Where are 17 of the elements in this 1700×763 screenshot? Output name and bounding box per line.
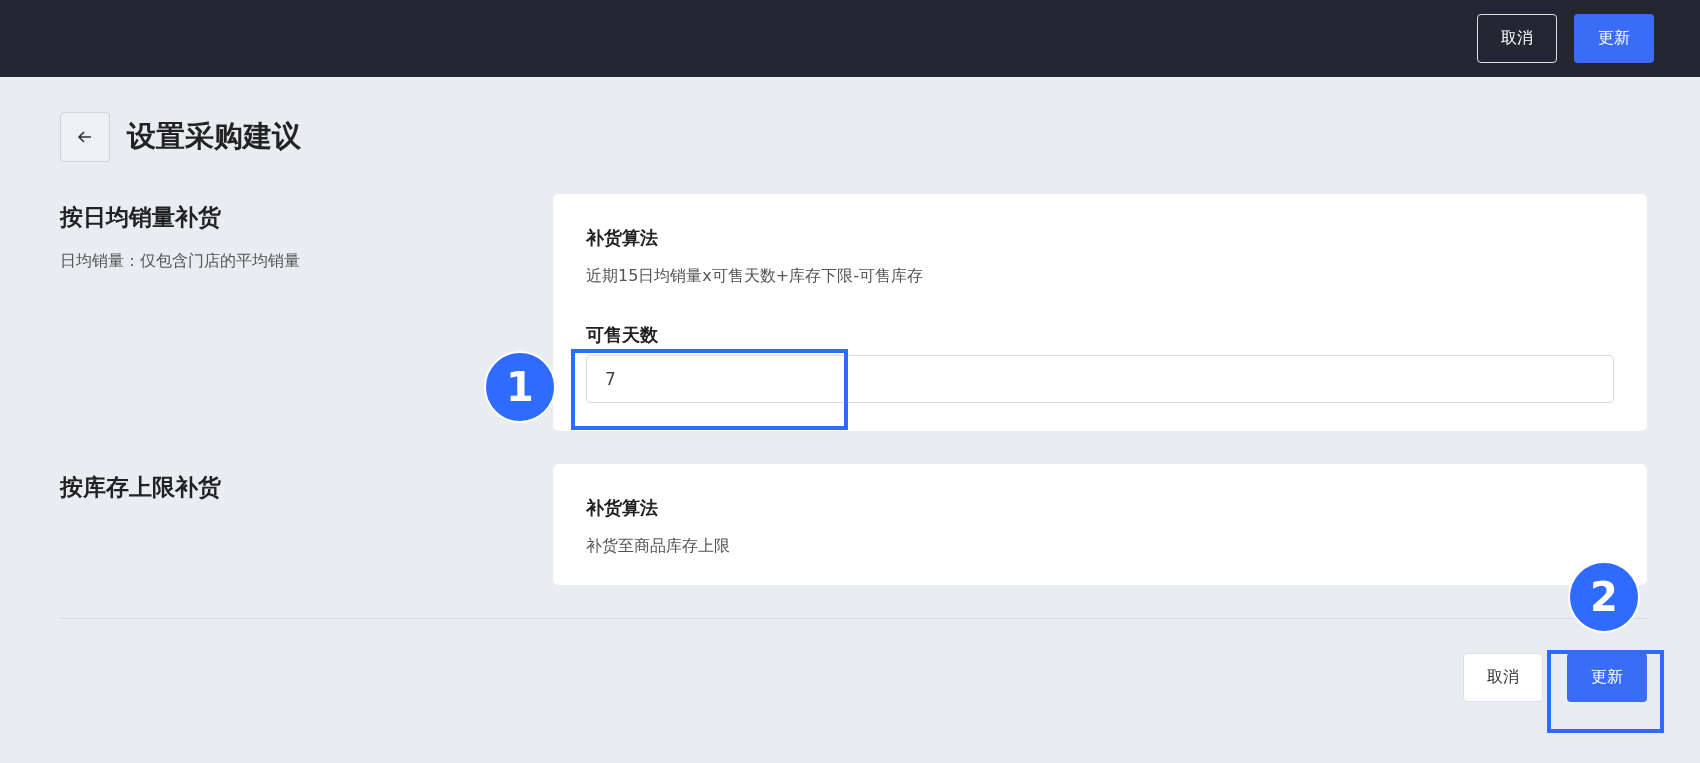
section-title: 按库存上限补货 [60, 473, 222, 502]
section-subtitle: 日均销量：仅包含门店的平均销量 [60, 251, 301, 272]
formula-text: 近期15日均销量x可售天数+库存下限-可售库存 [586, 266, 924, 287]
page-title: 设置采购建议 [127, 118, 301, 155]
step-marker: 1 [484, 351, 556, 423]
step-marker: 2 [1568, 561, 1640, 633]
card-heading: 补货算法 [586, 226, 659, 250]
footer-button[interactable]: 取消 [1463, 653, 1543, 702]
card-heading: 补货算法 [586, 496, 659, 520]
formula-text: 补货至商品库存上限 [586, 536, 731, 557]
top-button[interactable]: 更新 [1574, 14, 1654, 63]
section-title: 按日均销量补货 [60, 203, 222, 232]
input-field[interactable]: 7 [586, 355, 1614, 403]
footer-button[interactable]: 更新 [1567, 653, 1647, 702]
top-button[interactable]: 取消 [1477, 14, 1557, 63]
back-button[interactable] [60, 112, 110, 162]
field-label: 可售天数 [586, 323, 659, 347]
